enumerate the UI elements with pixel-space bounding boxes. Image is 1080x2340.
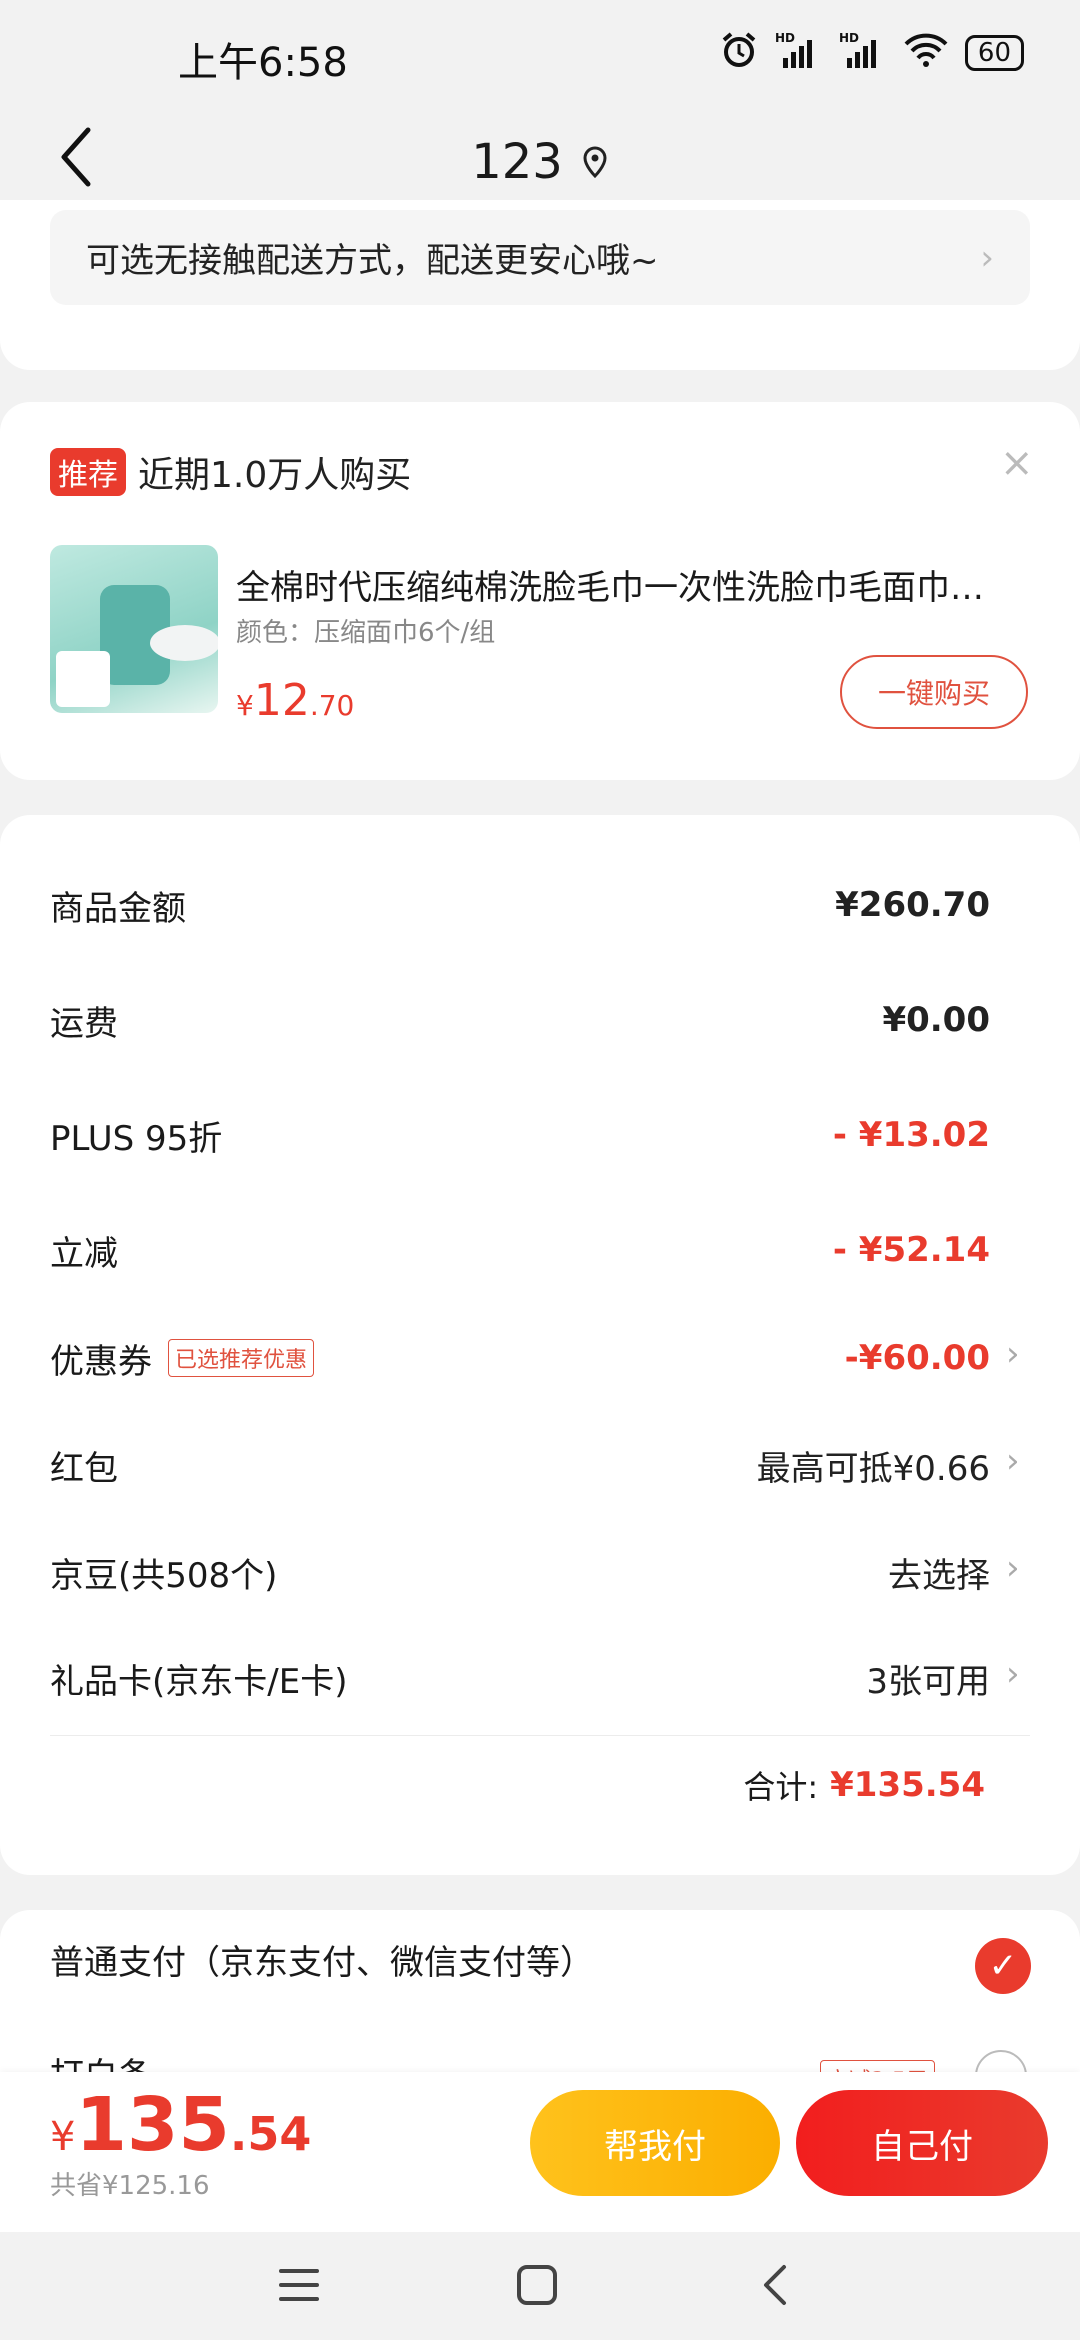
- status-time: 上午6:58: [178, 40, 348, 86]
- page-title: 123: [471, 134, 563, 190]
- row-label: 红包: [50, 1448, 118, 1489]
- total-row: 合计: ¥135.54: [50, 1762, 985, 1808]
- alarm-icon: [719, 30, 759, 76]
- row-coupon[interactable]: 优惠券 已选推荐优惠 -¥60.00: [50, 1328, 990, 1388]
- chevron-right-icon: ›: [1006, 1441, 1020, 1481]
- divider: [50, 1735, 1030, 1736]
- row-value: 3张可用: [866, 1661, 990, 1702]
- chevron-right-icon: ›: [1006, 1654, 1020, 1694]
- pay-price-dec: .54: [229, 2107, 312, 2161]
- close-icon[interactable]: ×: [1000, 440, 1034, 486]
- total-value: ¥135.54: [830, 1765, 985, 1805]
- coupon-selected-tag: 已选推荐优惠: [168, 1339, 315, 1377]
- row-value: ¥0.00: [882, 1000, 990, 1040]
- row-value: 最高可抵¥0.66: [756, 1448, 990, 1489]
- help-pay-button[interactable]: 帮我付: [530, 2090, 780, 2196]
- row-value: - ¥13.02: [832, 1115, 990, 1155]
- chevron-right-icon: ›: [1006, 1334, 1020, 1374]
- chevron-right-icon: ›: [980, 237, 994, 278]
- product-price-int: 12: [253, 675, 310, 726]
- chevron-right-icon: ›: [1006, 1548, 1020, 1588]
- signal-icon-2: HD: [839, 30, 887, 76]
- row-label: 立减: [50, 1233, 118, 1274]
- row-shipping: 运费 ¥0.00: [50, 990, 990, 1050]
- pay-price-int: 135: [75, 2082, 230, 2168]
- one-click-buy-button[interactable]: 一键购买: [840, 655, 1028, 729]
- row-gift-card[interactable]: 礼品卡(京东卡/E卡) 3张可用: [50, 1648, 990, 1708]
- product-price: ¥12.70: [236, 675, 354, 726]
- row-label: PLUS 95折: [50, 1118, 223, 1159]
- saved-amount: 共省¥125.16: [50, 2171, 210, 2201]
- svg-text:HD: HD: [775, 31, 795, 45]
- delivery-notice[interactable]: 可选无接触配送方式，配送更安心哦~ ›: [50, 210, 1030, 305]
- row-jd-beans[interactable]: 京豆(共508个) 去选择: [50, 1542, 990, 1602]
- menu-icon[interactable]: [264, 2250, 334, 2320]
- row-label: 运费: [50, 1003, 118, 1044]
- location-pin-icon: [581, 134, 609, 190]
- product-price-currency: ¥: [236, 689, 254, 722]
- product-image[interactable]: [50, 545, 218, 713]
- total-label: 合计:: [743, 1768, 819, 1806]
- row-instant-discount: 立减 - ¥52.14: [50, 1220, 990, 1280]
- row-value: - ¥52.14: [832, 1230, 990, 1270]
- row-label: 礼品卡(京东卡/E卡): [50, 1661, 348, 1702]
- row-value: 去选择: [888, 1555, 990, 1596]
- signal-icon: HD: [775, 30, 823, 76]
- product-name[interactable]: 全棉时代压缩纯棉洗脸毛巾一次性洗脸巾毛面巾…: [236, 560, 1026, 609]
- pay-total-price: ¥135.54: [50, 2082, 311, 2168]
- row-label: 优惠券: [50, 1341, 152, 1382]
- battery-icon: 60: [964, 35, 1024, 71]
- row-label: 商品金额: [50, 888, 186, 929]
- row-plus-discount: PLUS 95折 - ¥13.02: [50, 1105, 990, 1165]
- recommend-text: 近期1.0万人购买: [138, 455, 412, 496]
- row-label: 京豆(共508个): [50, 1555, 278, 1596]
- recommend-tag: 推荐: [50, 448, 126, 496]
- wifi-icon: [903, 32, 949, 74]
- delivery-notice-text: 可选无接触配送方式，配送更安心哦~: [86, 241, 659, 281]
- pay-currency: ¥: [50, 2114, 76, 2160]
- product-spec: 颜色：压缩面巾6个/组: [236, 618, 496, 648]
- row-red-packet[interactable]: 红包 最高可抵¥0.66: [50, 1435, 990, 1495]
- payment-option-normal[interactable]: 普通支付（京东支付、微信支付等）: [50, 1935, 594, 1984]
- row-goods-amount: 商品金额 ¥260.70: [50, 875, 990, 935]
- checkmark-icon[interactable]: ✓: [975, 1938, 1031, 1994]
- product-price-dec: .70: [309, 689, 355, 722]
- row-value: -¥60.00: [844, 1338, 990, 1378]
- status-icons: HD HD 60: [719, 30, 1024, 76]
- back-nav-icon[interactable]: [740, 2250, 810, 2320]
- self-pay-button[interactable]: 自己付: [796, 2090, 1048, 2196]
- home-icon[interactable]: [502, 2250, 572, 2320]
- address-title[interactable]: 123: [0, 122, 1080, 202]
- svg-text:HD: HD: [839, 31, 859, 45]
- row-value: ¥260.70: [835, 885, 990, 925]
